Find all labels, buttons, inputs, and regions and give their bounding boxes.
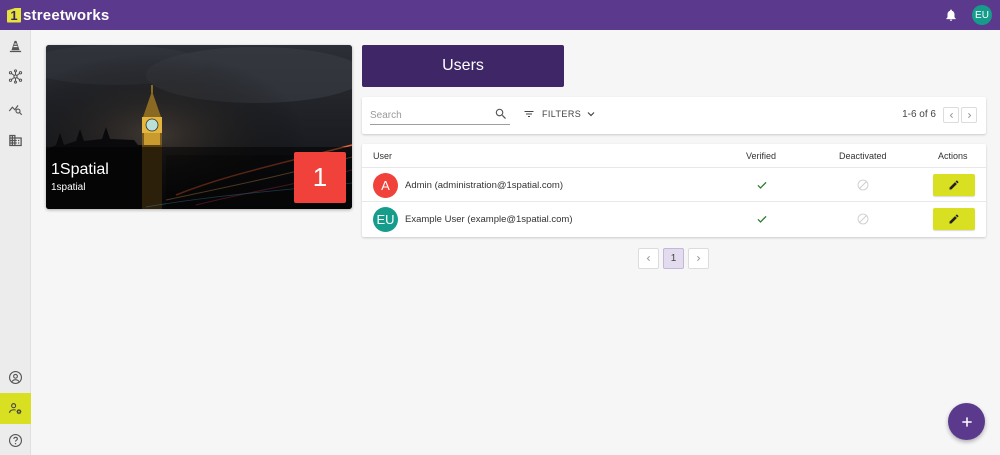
- search-icon[interactable]: [494, 107, 508, 121]
- network-icon: [8, 68, 23, 84]
- user-label: Admin (administration@1spatial.com): [405, 180, 564, 191]
- side-navigation: [0, 30, 31, 455]
- bell-icon[interactable]: [944, 8, 958, 22]
- add-user-button[interactable]: [948, 403, 985, 440]
- nav-analytics[interactable]: [0, 94, 31, 122]
- table-row[interactable]: A Admin (administration@1spatial.com): [362, 168, 986, 202]
- nav-account[interactable]: [0, 363, 31, 391]
- page-title: Users: [362, 45, 564, 87]
- filter-icon: [524, 111, 534, 117]
- pencil-icon: [949, 214, 959, 224]
- topbar-actions: EU: [944, 0, 992, 30]
- logo-badge: 1: [7, 7, 21, 23]
- user-label: Example User (example@1spatial.com): [405, 214, 573, 225]
- chevron-right-icon: [697, 255, 701, 262]
- pencil-icon: [949, 180, 959, 190]
- search-input[interactable]: [370, 106, 480, 125]
- organisation-icon: [9, 134, 22, 146]
- chevron-left-icon: [646, 255, 650, 262]
- user-avatar[interactable]: EU: [972, 5, 992, 25]
- users-table: User Verified Deactivated Actions A Admi…: [362, 144, 986, 237]
- header-actions: Actions: [938, 151, 968, 161]
- nav-organisation[interactable]: [0, 126, 31, 154]
- header-user: User: [373, 151, 393, 161]
- nav-network[interactable]: [0, 62, 31, 90]
- avatar: A: [373, 173, 398, 198]
- search-field: [370, 105, 510, 125]
- filters-label: FILTERS: [542, 109, 582, 119]
- block-icon: [857, 179, 869, 191]
- nav-help[interactable]: [0, 426, 31, 454]
- next-page-button[interactable]: [961, 107, 977, 123]
- filters-button[interactable]: FILTERS: [522, 108, 603, 120]
- prev-page-button[interactable]: [943, 107, 959, 123]
- edit-user-button[interactable]: [933, 174, 975, 196]
- range-label: 1-6 of 6: [902, 109, 936, 120]
- analytics-icon: [8, 104, 23, 115]
- check-icon: [757, 181, 767, 189]
- plus-icon: [961, 416, 972, 427]
- pagination-prev-button[interactable]: [638, 248, 659, 269]
- roadworks-cone-icon: [9, 40, 22, 52]
- header-verified: Verified: [746, 151, 777, 161]
- header-deactivated: Deactivated: [839, 151, 887, 161]
- avatar: EU: [373, 207, 398, 232]
- check-icon: [757, 215, 767, 223]
- pagination-page-1[interactable]: 1: [663, 248, 684, 269]
- table-header: User Verified Deactivated Actions: [362, 144, 986, 168]
- project-title: 1Spatial: [51, 161, 109, 178]
- help-icon: [9, 433, 22, 447]
- user-admin-icon: [9, 403, 22, 415]
- chevron-down-icon: [587, 112, 595, 117]
- streetworks-logo[interactable]: 1 streetworks: [7, 0, 109, 30]
- nav-roadworks[interactable]: [0, 32, 31, 60]
- account-icon: [9, 370, 22, 384]
- nav-user-admin[interactable]: [0, 393, 31, 424]
- users-toolbar: FILTERS 1-6 of 6: [362, 97, 986, 134]
- logo-text: streetworks: [23, 6, 110, 24]
- project-subtitle: 1spatial: [51, 182, 86, 193]
- top-app-bar: 1 streetworks EU: [0, 0, 1000, 30]
- chevron-right-icon: [967, 112, 971, 118]
- project-card[interactable]: 1Spatial 1spatial 1: [46, 45, 352, 209]
- project-badge: 1: [294, 152, 346, 203]
- edit-user-button[interactable]: [933, 208, 975, 230]
- block-icon: [857, 213, 869, 225]
- chevron-left-icon: [949, 112, 953, 118]
- pagination-next-button[interactable]: [688, 248, 709, 269]
- table-row[interactable]: EU Example User (example@1spatial.com): [362, 202, 986, 236]
